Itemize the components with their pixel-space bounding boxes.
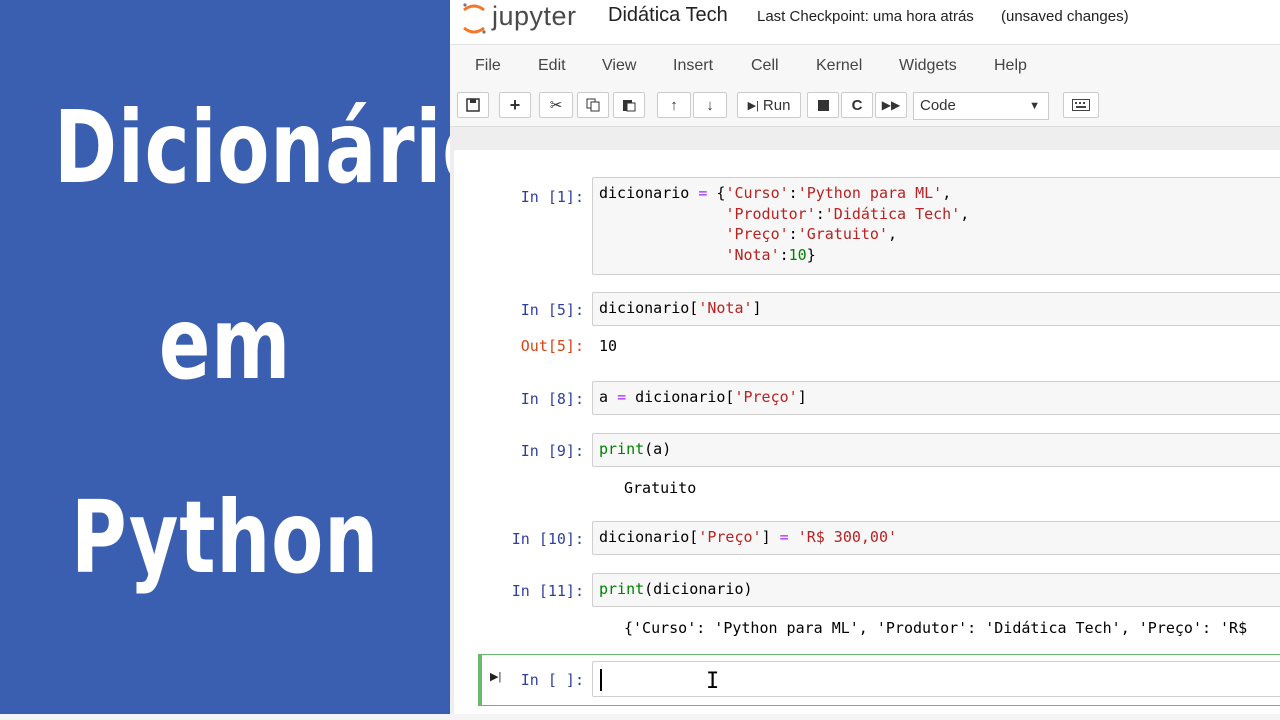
code-input[interactable]: dicionario['Nota'] bbox=[593, 293, 1280, 324]
slide-title-line-3: Python bbox=[71, 479, 379, 596]
code-input[interactable]: print(dicionario) bbox=[593, 574, 1280, 605]
slide-title-line-1: Dicionários bbox=[54, 89, 542, 206]
save-button[interactable] bbox=[457, 92, 489, 118]
cell-output: 10 bbox=[599, 337, 618, 355]
cell-output: {'Curso': 'Python para ML', 'Produtor': … bbox=[624, 619, 1248, 637]
move-down-button[interactable]: ↓ bbox=[693, 92, 727, 118]
run-button[interactable]: ▶| Run bbox=[737, 92, 801, 118]
code-input[interactable]: dicionario = {'Curso':'Python para ML', … bbox=[593, 178, 1280, 270]
chevron-down-icon: ▼ bbox=[1029, 100, 1040, 112]
output-prompt: Out[5]: bbox=[520, 337, 584, 355]
jupyter-notebook: jupyter Didática Tech Last Checkpoint: u… bbox=[450, 0, 1280, 714]
copy-icon bbox=[586, 98, 600, 112]
save-status: (unsaved changes) bbox=[1001, 8, 1129, 25]
menu-cell[interactable]: Cell bbox=[751, 57, 779, 75]
insert-cell-button[interactable]: + bbox=[499, 92, 531, 118]
jupyter-logo-icon[interactable] bbox=[460, 2, 488, 36]
code-cell[interactable]: dicionario = {'Curso':'Python para ML', … bbox=[592, 177, 1280, 275]
copy-button[interactable] bbox=[577, 92, 609, 118]
restart-icon: C bbox=[851, 96, 863, 114]
fast-forward-icon: ▶▶ bbox=[881, 98, 901, 112]
paste-button[interactable] bbox=[613, 92, 645, 118]
notebook-container: In [1]: dicionario = {'Curso':'Python pa… bbox=[454, 150, 1280, 714]
arrow-up-icon: ↑ bbox=[670, 96, 678, 114]
menu-edit[interactable]: Edit bbox=[538, 57, 566, 75]
scissors-icon: ✂ bbox=[549, 97, 563, 114]
interrupt-button[interactable] bbox=[807, 92, 839, 118]
input-prompt: In [5]: bbox=[520, 301, 584, 319]
cell-type-value: Code bbox=[920, 97, 956, 114]
checkpoint-status: Last Checkpoint: uma hora atrás bbox=[757, 8, 974, 25]
cut-button[interactable]: ✂ bbox=[539, 92, 573, 118]
code-input[interactable]: a = dicionario['Preço'] bbox=[593, 382, 1280, 413]
cell-type-select[interactable]: Code ▼ bbox=[913, 92, 1049, 120]
notebook-header: jupyter Didática Tech Last Checkpoint: u… bbox=[450, 0, 1280, 44]
paste-icon bbox=[623, 100, 636, 112]
keyboard-icon bbox=[1072, 99, 1090, 111]
code-cell[interactable]: print(dicionario) bbox=[592, 573, 1280, 607]
menu-view[interactable]: View bbox=[602, 57, 636, 75]
slide-title-panel: Dicionários em Python bbox=[0, 0, 542, 714]
stop-icon bbox=[817, 99, 829, 111]
step-forward-icon: ▶| bbox=[747, 99, 759, 112]
bottom-strip bbox=[0, 714, 1280, 720]
command-palette-button[interactable] bbox=[1063, 92, 1099, 118]
menubar: File Edit View Insert Cell Kernel Widget… bbox=[450, 44, 1280, 87]
code-cell[interactable]: print(a) bbox=[592, 433, 1280, 467]
restart-run-all-button[interactable]: ▶▶ bbox=[875, 92, 907, 118]
menu-file[interactable]: File bbox=[475, 57, 501, 75]
cell-output: Gratuito bbox=[624, 479, 697, 497]
mouse-ibeam-cursor: I bbox=[706, 669, 720, 694]
jupyter-logo-text[interactable]: jupyter bbox=[492, 1, 577, 32]
text-cursor bbox=[600, 669, 602, 691]
menu-widgets[interactable]: Widgets bbox=[899, 57, 957, 75]
notebook-title[interactable]: Didática Tech bbox=[608, 4, 728, 27]
code-cell[interactable]: dicionario['Preço'] = 'R$ 300,00' bbox=[592, 521, 1280, 555]
code-cell[interactable]: a = dicionario['Preço'] bbox=[592, 381, 1280, 415]
menu-insert[interactable]: Insert bbox=[673, 57, 713, 75]
input-prompt: In [ ]: bbox=[520, 671, 584, 689]
menu-help[interactable]: Help bbox=[994, 57, 1027, 75]
move-up-button[interactable]: ↑ bbox=[657, 92, 691, 118]
code-cell-editor[interactable] bbox=[592, 661, 1280, 697]
input-prompt: In [10]: bbox=[511, 530, 584, 548]
arrow-down-icon: ↓ bbox=[706, 96, 714, 114]
input-prompt: In [9]: bbox=[520, 442, 584, 460]
menu-kernel[interactable]: Kernel bbox=[816, 57, 862, 75]
input-prompt: In [1]: bbox=[520, 188, 584, 206]
restart-button[interactable]: C bbox=[841, 92, 873, 118]
save-icon bbox=[466, 98, 480, 112]
run-label: Run bbox=[762, 96, 791, 114]
code-cell[interactable]: dicionario['Nota'] bbox=[592, 292, 1280, 326]
plus-icon: + bbox=[509, 94, 521, 115]
slide-title-line-2: em bbox=[158, 285, 292, 402]
code-input[interactable]: dicionario['Preço'] = 'R$ 300,00' bbox=[593, 522, 1280, 553]
input-prompt: In [8]: bbox=[520, 390, 584, 408]
toolbar: + ✂ ↑ ↓ ▶| Run C ▶▶ Code ▼ bbox=[450, 86, 1280, 127]
code-input[interactable]: print(a) bbox=[593, 434, 1280, 465]
input-prompt: In [11]: bbox=[511, 582, 584, 600]
